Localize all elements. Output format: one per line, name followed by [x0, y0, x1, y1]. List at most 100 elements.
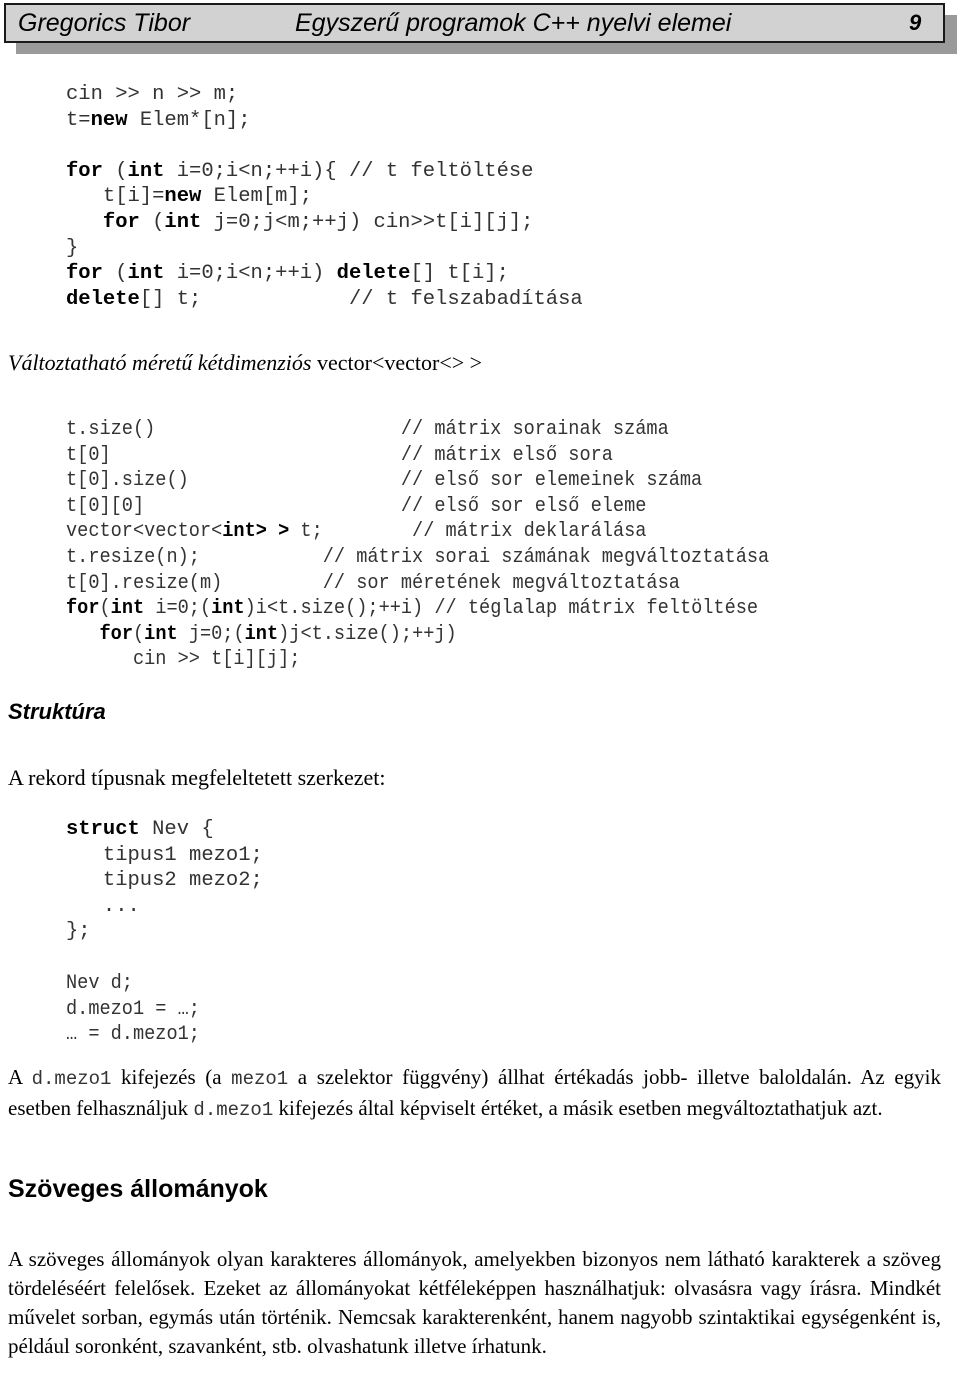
- inline-code: mezo1: [231, 1068, 289, 1090]
- code-keyword: int>: [222, 520, 267, 544]
- code-text: cin >> t[i][j];: [66, 648, 301, 672]
- code-text: [] t; // t felszabadítása: [139, 287, 583, 311]
- code-keyword: delete: [66, 287, 140, 311]
- code-keyword: struct: [66, 818, 140, 841]
- code-line: ...: [66, 894, 263, 920]
- page-header: Gregorics Tibor Egyszerű programok C++ n…: [4, 3, 945, 43]
- code-line: d.mezo1 = …;: [66, 997, 200, 1023]
- code-text: t=: [66, 108, 91, 132]
- code-line: for(int j=0;(int)j<t.size();++j): [66, 622, 769, 648]
- code-block-struct-usage: Nev d; d.mezo1 = …;… = d.mezo1;: [66, 971, 200, 1048]
- code-text: tipus1 mezo1;: [66, 843, 263, 867]
- code-line: t[0].size() // első sor elemeinek száma: [66, 468, 769, 494]
- code-block-vector: t.size() // mátrix sorainak száma t[0] //…: [66, 417, 769, 673]
- code-text: (: [132, 622, 145, 646]
- code-line: for (int i=0;i<n;++i){ // t feltöltése: [66, 159, 583, 185]
- code-line: t.size() // mátrix sorainak száma: [66, 417, 769, 443]
- code-text: t.size() // mátrix sorainak száma: [66, 418, 669, 441]
- code-line: Nev d;: [66, 971, 200, 997]
- code-line: t[i]=new Elem[m];: [66, 184, 583, 210]
- code-text: t[0].resize(m) // sor méretének megválto…: [66, 571, 680, 595]
- code-text: Elem*[n];: [127, 108, 251, 132]
- code-text: };: [66, 920, 91, 944]
- code-text: [] t[i];: [410, 262, 509, 286]
- heading-szoveges-allomanyok: Szöveges állományok: [8, 1175, 268, 1203]
- subheading-vector-italic: Változtatható méretű kétdimenziós: [8, 350, 312, 375]
- code-line: tipus1 mezo1;: [66, 843, 263, 869]
- code-line: … = d.mezo1;: [66, 1022, 200, 1048]
- inline-code: d.mezo1: [193, 1099, 274, 1121]
- code-line: for(int i=0;(int)i<t.size();++i) // tégl…: [66, 596, 769, 622]
- code-line: tipus2 mezo2;: [66, 868, 263, 894]
- header-author: Gregorics Tibor: [18, 9, 191, 37]
- code-text: i=0;i<n;++i): [164, 262, 337, 286]
- code-keyword: >: [278, 520, 290, 544]
- code-text: t[0].size() // első sor elemeinek száma: [66, 469, 703, 493]
- subheading-vector-code: vector<vector<> >: [311, 350, 483, 375]
- code-text: (: [99, 597, 111, 621]
- paragraph-text: kifejezés által képviselt értéket, a más…: [273, 1096, 883, 1120]
- code-text: j=0;(: [177, 622, 245, 646]
- code-keyword: int: [127, 262, 165, 286]
- code-keyword: int: [110, 597, 145, 621]
- header-title: Egyszerű programok C++ nyelvi elemei: [295, 9, 732, 37]
- code-text: t[i]=: [66, 185, 165, 209]
- code-line: }: [66, 236, 583, 262]
- paragraph-text-files: A szöveges állományok olyan karakteres á…: [8, 1247, 941, 1358]
- code-keyword: int: [127, 159, 165, 183]
- code-line: t[0][0] // első sor első eleme: [66, 494, 769, 520]
- code-keyword: new: [90, 108, 128, 132]
- paragraph-text: A: [8, 1065, 32, 1089]
- code-text: i=0;(: [144, 597, 212, 621]
- code-line: for (int i=0;i<n;++i) delete[] t[i];: [66, 261, 583, 287]
- code-text: … = d.mezo1;: [66, 1023, 200, 1047]
- code-line: struct Nev {: [66, 817, 263, 843]
- code-text: ...: [66, 894, 140, 918]
- code-keyword: new: [164, 185, 202, 209]
- code-block-dynamic-array: cin >> n >> m; t=new Elem*[n]; for (int i=…: [66, 82, 583, 312]
- code-text: t[0][0] // első sor első eleme: [66, 494, 647, 518]
- struct-lead-text: A rekord típusnak megfeleltetett szerkez…: [8, 765, 386, 790]
- code-text: cin >> n >> m;: [66, 83, 239, 106]
- code-text: vector<vector<: [66, 520, 223, 544]
- code-text: t.resize(n); // mátrix sorai számának me…: [66, 545, 770, 569]
- code-line: cin >> n >> m;: [66, 82, 583, 108]
- code-text: j=0;j<m;++j) cin>>t[i][j];: [201, 210, 534, 234]
- code-keyword: int: [144, 622, 178, 646]
- page-number: 9: [909, 10, 922, 35]
- code-line: t[0] // mátrix első sora: [66, 443, 769, 469]
- code-text: )i<t.size();++i) // téglalap mátrix felt…: [244, 597, 759, 621]
- paragraph-struct-explanation: A d.mezo1 kifejezés (a mezo1 a szelektor…: [8, 1063, 941, 1125]
- code-keyword: int: [244, 622, 279, 646]
- code-keyword: for: [66, 159, 103, 183]
- code-keyword: for: [102, 210, 140, 234]
- code-text: )j<t.size();++j): [278, 622, 457, 646]
- code-keyword: for: [66, 597, 100, 621]
- code-text: (: [102, 159, 128, 183]
- code-text: i=0;i<n;++i){ // t feltöltése: [164, 159, 534, 183]
- code-keyword: for: [66, 262, 103, 286]
- code-text: Nev d;: [66, 972, 133, 995]
- code-keyword: int: [211, 597, 245, 621]
- code-text: (: [102, 262, 128, 286]
- code-line: t=new Elem*[n];: [66, 108, 583, 134]
- code-line: for (int j=0;j<m;++j) cin>>t[i][j];: [66, 210, 583, 236]
- paragraph-text: kifejezés (a: [111, 1065, 232, 1089]
- code-line: };: [66, 919, 263, 945]
- code-line: t[0].resize(m) // sor méretének megválto…: [66, 571, 769, 597]
- code-text: Elem[m];: [201, 185, 313, 209]
- subheading-vector: Változtatható méretű kétdimenziós vector…: [8, 350, 482, 376]
- code-keyword: for: [99, 622, 133, 646]
- code-text: d.mezo1 = …;: [66, 997, 200, 1021]
- code-text: tipus2 mezo2;: [66, 869, 263, 893]
- code-text: Nev {: [139, 818, 214, 841]
- code-line: cin >> t[i][j];: [66, 647, 769, 673]
- code-keyword: delete: [336, 262, 411, 286]
- inline-code: d.mezo1: [31, 1068, 112, 1090]
- heading-struktura: Struktúra: [8, 699, 106, 724]
- code-text: }: [66, 236, 79, 260]
